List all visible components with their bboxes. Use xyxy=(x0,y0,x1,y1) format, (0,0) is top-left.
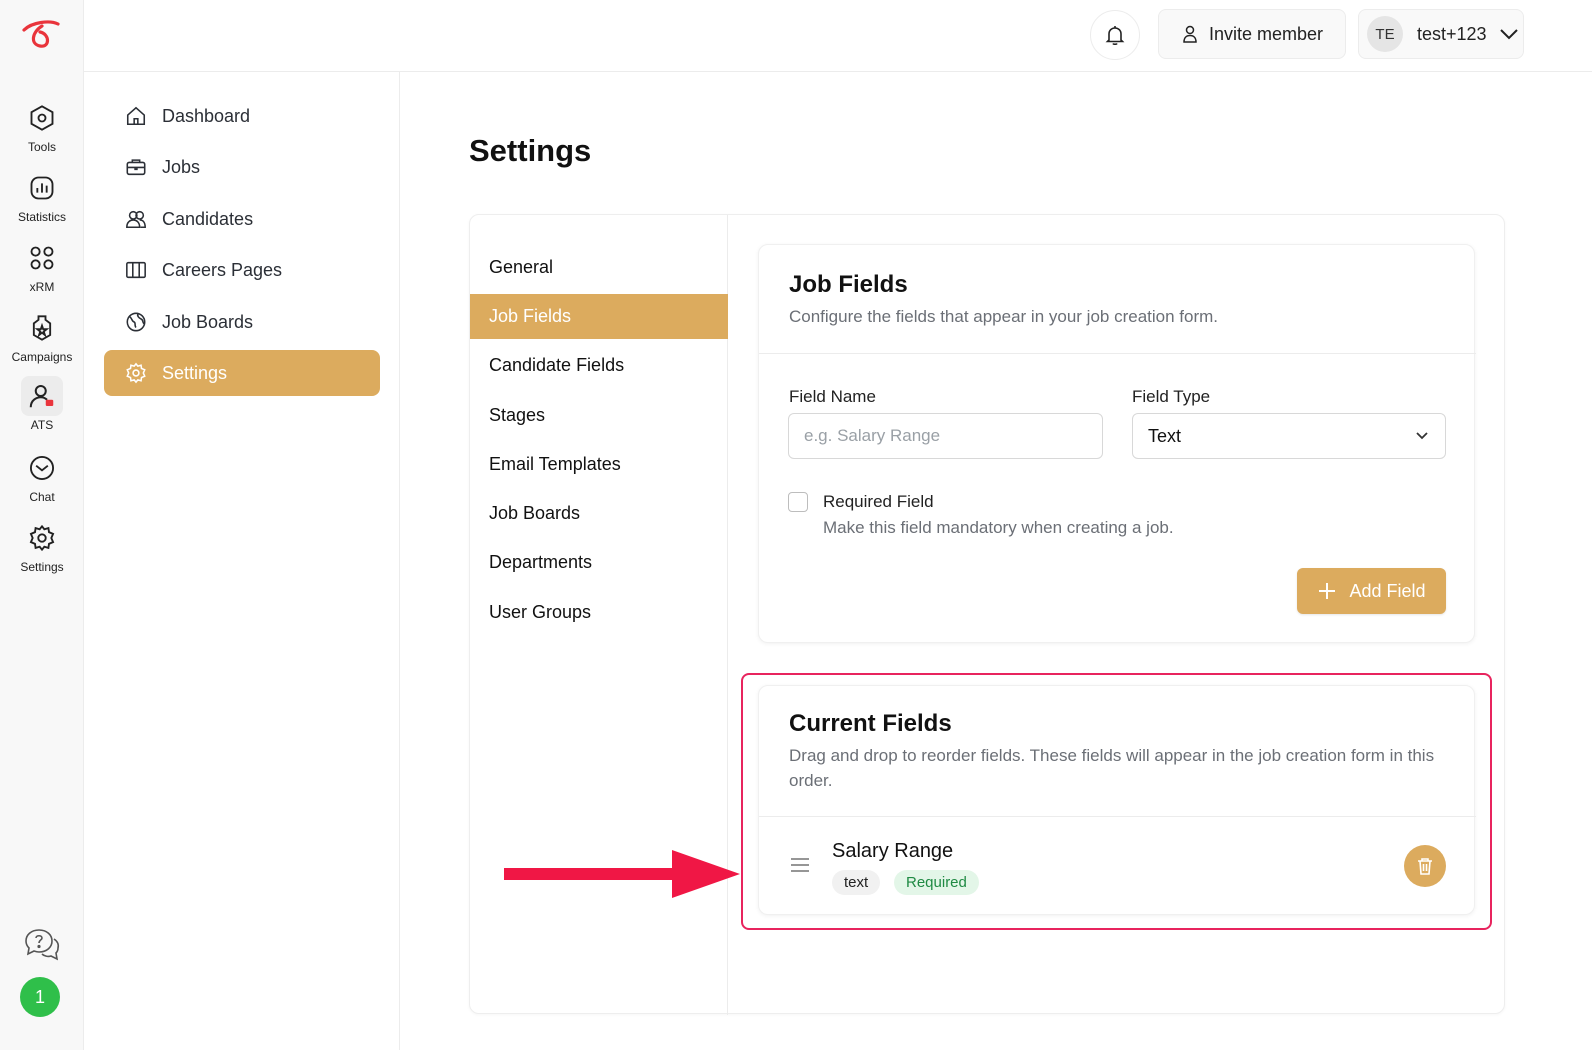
nav-item-careers-pages[interactable]: Careers Pages xyxy=(104,247,380,293)
job-fields-subtitle: Configure the fields that appear in your… xyxy=(789,307,1219,326)
users-icon xyxy=(124,207,148,231)
drag-handle-icon[interactable] xyxy=(789,856,811,874)
rail-item-statistics[interactable]: Statistics xyxy=(0,168,84,224)
required-field-checkbox[interactable] xyxy=(788,492,808,512)
notifications-button[interactable] xyxy=(1090,10,1140,60)
gear-icon xyxy=(21,518,63,558)
nav-item-label: Dashboard xyxy=(162,105,251,126)
rail-item-xrm[interactable]: xRM xyxy=(0,238,84,294)
trash-icon xyxy=(1416,856,1434,876)
home-icon xyxy=(124,104,148,128)
avatar: TE xyxy=(1367,16,1403,52)
nav-item-label: Jobs xyxy=(162,156,201,177)
rail-label: xRM xyxy=(29,280,55,294)
globe-icon xyxy=(124,310,148,334)
rail-label: Statistics xyxy=(17,210,66,224)
nav-item-label: Careers Pages xyxy=(162,259,283,280)
rail-label: ATS xyxy=(30,418,54,432)
rail-label: Settings xyxy=(20,560,64,574)
rail-label: Chat xyxy=(29,490,55,504)
bar-chart-icon xyxy=(21,168,63,208)
card-divider xyxy=(759,816,1476,817)
help-chat-icon[interactable] xyxy=(20,925,64,965)
add-field-button[interactable]: Add Field xyxy=(1297,568,1446,614)
field-type-select[interactable]: Text xyxy=(1132,413,1446,459)
subnav-item-job-fields[interactable]: Job Fields xyxy=(470,294,728,339)
ats-nav: Dashboard Jobs Candidates Careers Pages … xyxy=(84,72,400,1050)
chevron-down-icon xyxy=(1499,28,1519,40)
user-icon xyxy=(1181,24,1199,44)
nav-item-job-boards[interactable]: Job Boards xyxy=(104,299,380,345)
rail-item-chat[interactable]: Chat xyxy=(0,448,84,504)
rail-item-tools[interactable]: Tools xyxy=(0,98,84,154)
subnav-item-stages[interactable]: Stages xyxy=(470,393,728,438)
required-field-label: Required Field xyxy=(823,492,934,511)
delete-field-button[interactable] xyxy=(1404,845,1446,887)
rail-label: Campaigns xyxy=(11,350,73,364)
columns-icon xyxy=(124,258,148,282)
nav-item-label: Settings xyxy=(162,362,228,383)
gear-icon xyxy=(124,361,148,385)
subnav-item-job-boards[interactable]: Job Boards xyxy=(470,491,728,536)
rail-item-ats[interactable]: ATS xyxy=(0,376,84,432)
nav-item-candidates[interactable]: Candidates xyxy=(104,196,380,242)
nav-item-label: Candidates xyxy=(162,208,254,229)
field-type-value: Text xyxy=(1148,425,1182,446)
nav-item-label: Job Boards xyxy=(162,311,254,332)
bell-icon xyxy=(1103,23,1127,47)
field-type-tag: text xyxy=(832,870,881,895)
user-menu[interactable]: TE test+123 xyxy=(1358,9,1524,59)
subnav-item-user-groups[interactable]: User Groups xyxy=(470,590,728,635)
page-title: Settings xyxy=(469,133,592,168)
rail-item-settings[interactable]: Settings xyxy=(0,518,84,574)
user-tag-icon xyxy=(21,376,63,416)
invite-member-label: Invite member xyxy=(1208,23,1324,44)
field-name-input[interactable] xyxy=(788,413,1103,459)
job-fields-title: Job Fields xyxy=(789,271,908,298)
required-tag: Required xyxy=(894,870,979,895)
subnav-item-departments[interactable]: Departments xyxy=(470,540,728,585)
nav-item-jobs[interactable]: Jobs xyxy=(104,144,380,190)
hexagon-icon xyxy=(21,98,63,138)
top-bar: Invite member TE test+123 xyxy=(84,0,1592,72)
notification-count-badge[interactable]: 1 xyxy=(20,977,60,1017)
current-fields-card: Current Fields Drag and drop to reorder … xyxy=(758,685,1476,915)
rail-item-campaigns[interactable]: Campaigns xyxy=(0,308,84,364)
field-row-name: Salary Range xyxy=(832,840,954,862)
chevron-down-icon xyxy=(1415,428,1429,444)
app-logo[interactable] xyxy=(20,18,64,52)
subnav-item-email-templates[interactable]: Email Templates xyxy=(470,442,728,487)
grid-icon xyxy=(21,238,63,278)
rail-label: Tools xyxy=(27,140,56,154)
app-rail: Tools Statistics xRM Campaigns ATS Chat xyxy=(0,0,84,1050)
plus-icon xyxy=(1317,581,1337,601)
job-fields-card: Job Fields Configure the fields that app… xyxy=(758,244,1476,643)
current-fields-subtitle: Drag and drop to reorder fields. These f… xyxy=(789,746,1435,790)
annotation-arrow xyxy=(504,850,740,898)
current-fields-title: Current Fields xyxy=(789,710,952,737)
nav-item-dashboard[interactable]: Dashboard xyxy=(104,93,380,139)
chat-icon xyxy=(21,448,63,488)
badge-star-icon xyxy=(21,308,63,348)
required-field-description: Make this field mandatory when creating … xyxy=(823,518,1174,537)
nav-item-settings[interactable]: Settings xyxy=(104,350,380,396)
subnav-item-candidate-fields[interactable]: Candidate Fields xyxy=(470,343,728,388)
field-name-label: Field Name xyxy=(789,387,876,406)
briefcase-icon xyxy=(124,155,148,179)
field-type-label: Field Type xyxy=(1132,387,1211,406)
subnav-item-general[interactable]: General xyxy=(470,245,728,290)
card-divider xyxy=(759,353,1476,354)
user-name: test+123 xyxy=(1417,23,1487,44)
add-field-label: Add Field xyxy=(1349,580,1426,601)
invite-member-button[interactable]: Invite member xyxy=(1158,9,1346,59)
